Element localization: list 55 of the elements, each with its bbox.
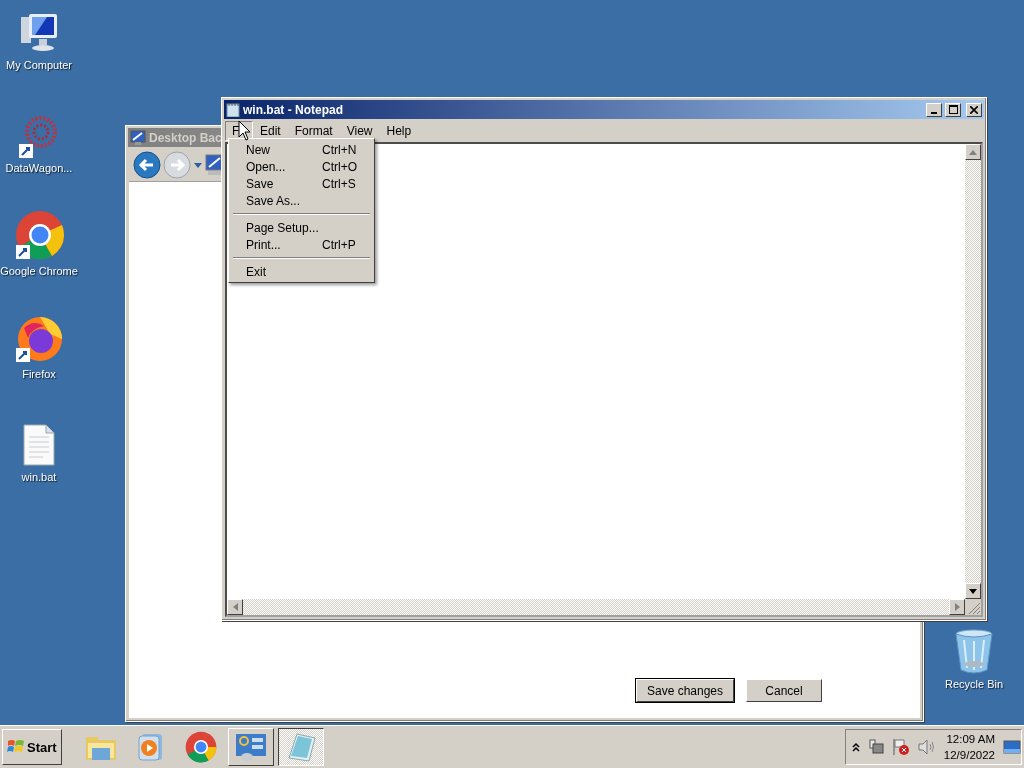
maximize-icon	[948, 105, 958, 114]
icon-label[interactable]: My Computer	[6, 59, 72, 71]
maximize-button[interactable]	[945, 102, 961, 117]
start-button[interactable]: Start	[2, 729, 62, 765]
icon-label[interactable]: Google Chrome	[0, 265, 78, 277]
trash-icon	[954, 628, 994, 674]
icon-label[interactable]: Recycle Bin	[944, 678, 1004, 690]
speaker-icon[interactable]	[917, 739, 936, 755]
window-title: Desktop Bac	[149, 130, 222, 145]
taskbar-button[interactable]	[277, 728, 324, 766]
menu-option[interactable]: Open... Ctrl+O	[231, 158, 372, 175]
menu-option[interactable]: Save As...	[231, 192, 372, 209]
minimize-button[interactable]	[926, 102, 942, 117]
minimize-icon	[931, 111, 937, 114]
network-icon[interactable]	[867, 739, 884, 755]
menu-item[interactable]: Format	[287, 120, 340, 141]
show-desktop-icon[interactable]	[1003, 740, 1021, 754]
back-button[interactable]	[133, 151, 161, 179]
document-icon	[21, 423, 57, 467]
close-button[interactable]	[966, 102, 982, 117]
icon-label[interactable]: Firefox	[22, 368, 56, 380]
dropdown-icon[interactable]	[193, 161, 203, 169]
control-panel-icon	[234, 732, 267, 762]
menu-option[interactable]: Print... Ctrl+P	[231, 236, 372, 253]
menu-option[interactable]: Page Setup...	[231, 219, 372, 236]
flag-icon[interactable]	[891, 738, 910, 756]
scroll-left-button[interactable]	[227, 599, 243, 615]
menu-option[interactable]: Save Ctrl+S	[231, 175, 372, 192]
icon-label[interactable]: DataWagon...	[5, 162, 73, 174]
menu-option[interactable]: Exit	[231, 263, 372, 280]
close-icon	[970, 105, 978, 114]
windows-logo-icon	[7, 739, 25, 755]
browser-icon	[14, 314, 64, 364]
menu-option[interactable]: New Ctrl+N	[231, 141, 372, 158]
down-arrow-icon	[969, 588, 977, 594]
menu-item[interactable]: View	[339, 120, 380, 141]
menu-item[interactable]: Edit	[253, 120, 288, 141]
notepad-icon	[226, 102, 240, 117]
dialog-button[interactable]: Save changes	[636, 679, 734, 702]
browser-icon	[14, 211, 64, 261]
clock-time[interactable]: 12:09 AM	[946, 731, 995, 747]
chevron-up-icon[interactable]	[851, 742, 860, 752]
scroll-right-button[interactable]	[949, 599, 965, 615]
dialog-button[interactable]: Cancel	[746, 679, 822, 702]
up-arrow-icon	[969, 149, 977, 155]
monitor-icon	[130, 130, 146, 145]
browser-icon	[184, 731, 217, 763]
scroll-up-button[interactable]	[965, 144, 981, 160]
right-arrow-icon	[954, 603, 960, 611]
window-title: win.bat - Notepad	[243, 102, 343, 117]
scroll-down-button[interactable]	[965, 583, 981, 599]
left-arrow-icon	[232, 603, 238, 611]
menu-item[interactable]: Help	[379, 120, 419, 141]
icon-label[interactable]: win.bat	[21, 471, 57, 483]
clock-date[interactable]: 12/9/2022	[943, 747, 995, 763]
